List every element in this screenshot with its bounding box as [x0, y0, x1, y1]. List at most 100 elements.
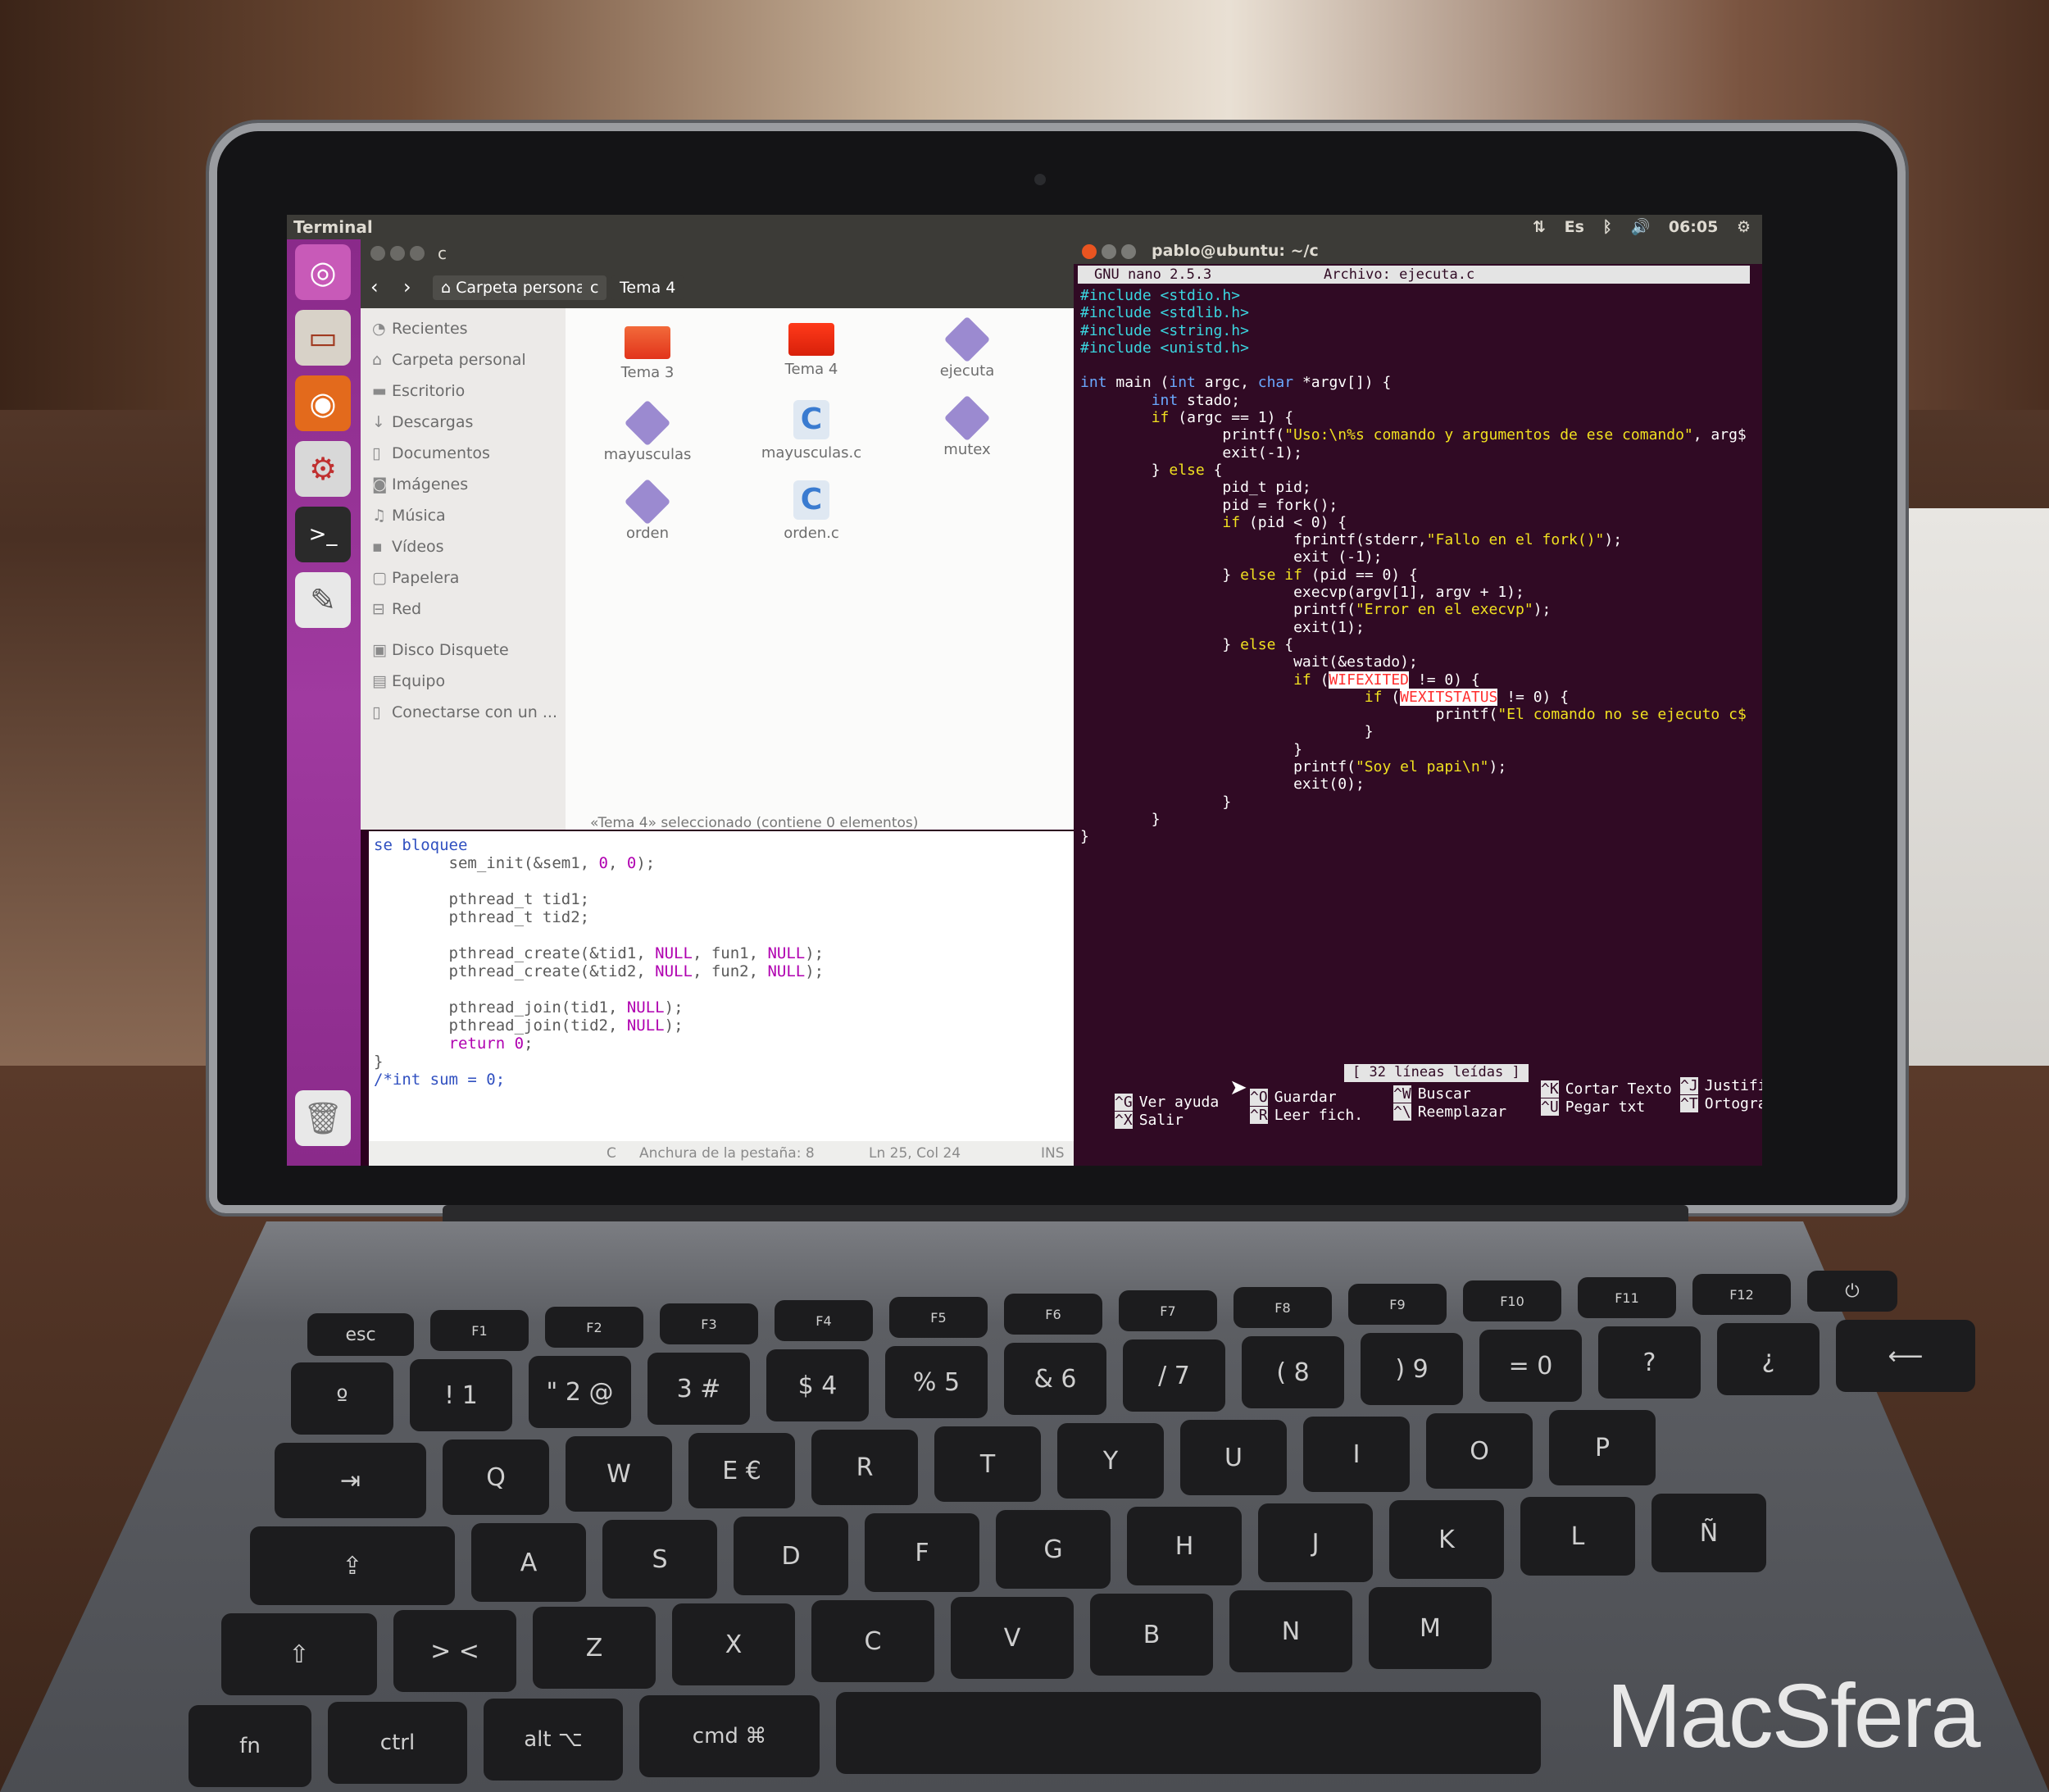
- clock[interactable]: 06:05: [1669, 218, 1718, 236]
- back-arrow-icon[interactable]: ‹: [370, 275, 379, 298]
- key-f8[interactable]: F8: [1233, 1287, 1332, 1328]
- key-fn[interactable]: fn: [189, 1705, 311, 1787]
- key-h[interactable]: H: [1127, 1507, 1242, 1585]
- key-f10[interactable]: F10: [1463, 1280, 1561, 1321]
- file-item-orden-c[interactable]: Corden.c: [746, 480, 877, 542]
- sidebar-item-papelera[interactable]: ▢ Papelera: [372, 566, 459, 590]
- settings-gear-icon[interactable]: ⚙: [1737, 218, 1751, 236]
- key-k[interactable]: K: [1389, 1500, 1504, 1579]
- key-question[interactable]: ?: [1598, 1326, 1701, 1399]
- dash-ubuntu-icon[interactable]: ◎: [295, 244, 351, 300]
- language-selector[interactable]: C: [607, 1145, 616, 1162]
- file-item-mayusculas[interactable]: mayusculas: [582, 399, 713, 463]
- key-esc[interactable]: esc: [307, 1313, 414, 1356]
- breadcrumb-tema4[interactable]: Tema 4: [611, 275, 684, 300]
- key-0[interactable]: = 0: [1479, 1330, 1582, 1402]
- sidebar-item-imagenes[interactable]: ◙ Imágenes: [372, 472, 468, 497]
- key-q[interactable]: Q: [443, 1440, 549, 1515]
- key-f4[interactable]: F4: [775, 1300, 873, 1341]
- key-n[interactable]: N: [1229, 1590, 1352, 1672]
- key-f11[interactable]: F11: [1578, 1277, 1676, 1318]
- file-item-mutex[interactable]: mutex: [902, 394, 1033, 458]
- keyboard-layout-indicator[interactable]: Es: [1565, 218, 1584, 236]
- key-v[interactable]: V: [951, 1597, 1074, 1679]
- key-caps-lock[interactable]: ⇪: [250, 1526, 455, 1605]
- code-editor-text[interactable]: se bloquee sem_init(&sem1, 0, 0); pthrea…: [374, 836, 824, 1089]
- key-z[interactable]: Z: [533, 1607, 656, 1689]
- key-cmd[interactable]: cmd ⌘: [639, 1695, 820, 1777]
- network-icon[interactable]: ⇅: [1533, 218, 1546, 236]
- key-f5[interactable]: F5: [889, 1297, 988, 1338]
- key-f12[interactable]: F12: [1692, 1274, 1791, 1315]
- key-i[interactable]: I: [1303, 1417, 1410, 1492]
- file-item-mayusculas-c[interactable]: Cmayusculas.c: [746, 400, 877, 462]
- trash-launcher-icon[interactable]: 🗑: [295, 1090, 351, 1146]
- key-e[interactable]: E €: [688, 1433, 795, 1508]
- shortcut-leer-fich[interactable]: ^R Leer fich.: [1250, 1107, 1363, 1124]
- key-u[interactable]: U: [1180, 1420, 1287, 1495]
- maximize-button[interactable]: [1121, 244, 1136, 259]
- sidebar-item-carpeta-personal[interactable]: ⌂ Carpeta personal: [372, 348, 526, 372]
- key-inverted-question[interactable]: ¿: [1717, 1323, 1820, 1395]
- key-tab[interactable]: ⇥: [275, 1443, 426, 1518]
- shortcut-guardar[interactable]: ^O Guardar: [1250, 1089, 1337, 1106]
- key-ordinal[interactable]: º: [291, 1362, 393, 1435]
- key-f6[interactable]: F6: [1004, 1294, 1102, 1335]
- file-item-tema4[interactable]: Tema 4: [746, 323, 877, 378]
- sidebar-item-red[interactable]: ⊟ Red: [372, 597, 421, 621]
- key-j[interactable]: J: [1258, 1503, 1373, 1582]
- sidebar-item-descargas[interactable]: ↓ Descargas: [372, 410, 473, 434]
- bluetooth-icon[interactable]: ᛒ: [1603, 218, 1612, 236]
- file-item-ejecuta[interactable]: ejecuta: [902, 316, 1033, 380]
- key-f9[interactable]: F9: [1348, 1284, 1447, 1325]
- key-power[interactable]: ⏻: [1807, 1271, 1897, 1312]
- key-m[interactable]: M: [1369, 1587, 1492, 1669]
- key-p[interactable]: P: [1549, 1410, 1656, 1485]
- shortcut-salir[interactable]: ^X Salir: [1115, 1112, 1184, 1129]
- key-alt[interactable]: alt ⌥: [484, 1699, 623, 1781]
- key-2[interactable]: " 2 @: [529, 1356, 631, 1428]
- shortcut-ver-ayuda[interactable]: ^G Ver ayuda: [1115, 1094, 1219, 1111]
- sidebar-item-disco-disquete[interactable]: ▣ Disco Disquete: [372, 638, 509, 662]
- minimize-button[interactable]: [1102, 244, 1116, 259]
- key-7[interactable]: / 7: [1123, 1339, 1225, 1412]
- key-4[interactable]: $ 4: [766, 1349, 869, 1421]
- key-space[interactable]: [836, 1692, 1541, 1774]
- key-shift-left[interactable]: ⇧: [221, 1613, 377, 1695]
- key-angle-brackets[interactable]: > <: [393, 1610, 516, 1692]
- key-x[interactable]: X: [672, 1603, 795, 1685]
- key-n-tilde[interactable]: Ñ: [1651, 1494, 1766, 1572]
- key-t[interactable]: T: [934, 1426, 1041, 1502]
- files-app-icon[interactable]: ▭: [295, 310, 351, 366]
- key-b[interactable]: B: [1090, 1594, 1213, 1676]
- file-item-orden[interactable]: orden: [582, 478, 713, 542]
- shortcut-reemplazar[interactable]: ^\ Reemplazar: [1393, 1103, 1506, 1121]
- key-w[interactable]: W: [566, 1436, 672, 1512]
- sidebar-item-documentos[interactable]: ▯ Documentos: [372, 441, 490, 466]
- minimize-button[interactable]: [390, 246, 405, 261]
- forward-arrow-icon[interactable]: ›: [403, 275, 411, 298]
- key-l[interactable]: L: [1520, 1497, 1635, 1576]
- key-8[interactable]: ( 8: [1242, 1336, 1344, 1408]
- key-s[interactable]: S: [602, 1520, 717, 1599]
- key-f[interactable]: F: [865, 1513, 979, 1592]
- sidebar-item-escritorio[interactable]: ▬ Escritorio: [372, 379, 465, 403]
- shortcut-pegar-txt[interactable]: ^U Pegar txt: [1541, 1098, 1645, 1116]
- breadcrumb-home[interactable]: ⌂ Carpeta personal: [433, 275, 598, 300]
- shortcut-buscar[interactable]: ^W Buscar: [1393, 1085, 1471, 1103]
- shortcut-cortar-texto[interactable]: ^K Cortar Texto: [1541, 1080, 1672, 1098]
- sidebar-item-equipo[interactable]: ▤ Equipo: [372, 669, 445, 694]
- key-9[interactable]: ) 9: [1361, 1333, 1463, 1405]
- key-5[interactable]: % 5: [885, 1346, 988, 1418]
- key-6[interactable]: & 6: [1004, 1343, 1106, 1415]
- key-d[interactable]: D: [734, 1517, 848, 1595]
- maximize-button[interactable]: [410, 246, 425, 261]
- key-r[interactable]: R: [811, 1430, 918, 1505]
- shortcut-justificar[interactable]: ^JJustificar: [1680, 1077, 1762, 1094]
- key-f1[interactable]: F1: [430, 1310, 529, 1351]
- key-1[interactable]: ! 1: [410, 1359, 512, 1431]
- key-f3[interactable]: F3: [660, 1303, 758, 1344]
- key-y[interactable]: Y: [1057, 1423, 1164, 1499]
- sidebar-item-videos[interactable]: ▪ Vídeos: [372, 534, 444, 559]
- nano-code-buffer[interactable]: #include <stdio.h> #include <stdlib.h> #…: [1080, 287, 1747, 846]
